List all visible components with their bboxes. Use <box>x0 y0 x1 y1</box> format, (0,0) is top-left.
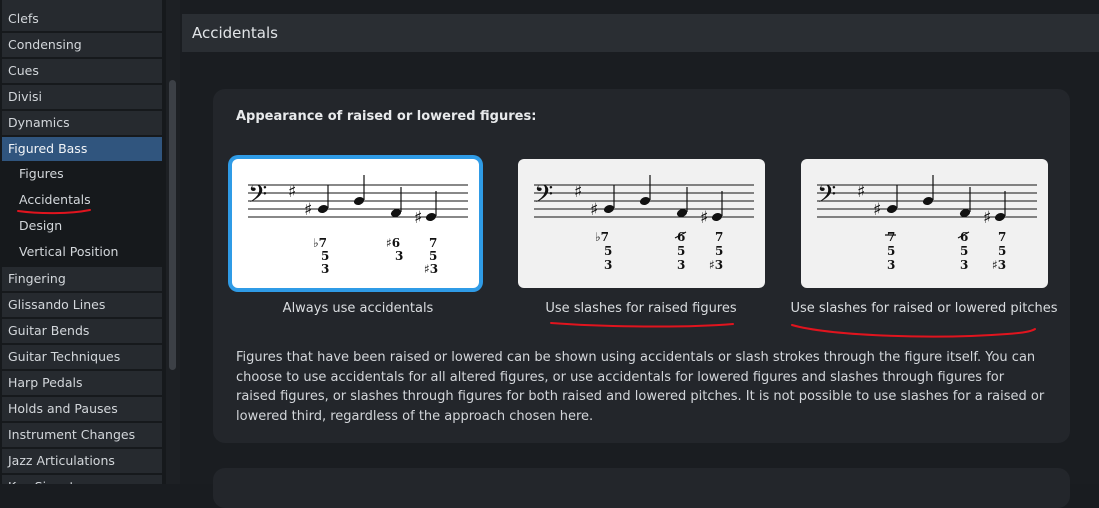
sidebar-item-holds-and-pauses[interactable]: Holds and Pauses <box>2 397 162 421</box>
svg-text:5: 5 <box>960 244 968 258</box>
sidebar-subitem-vertical-position[interactable]: Vertical Position <box>2 240 162 264</box>
notation-preview-2: 𝄢 ♯ ♯ ♯ ♭753 653 75♯3 <box>534 175 754 272</box>
svg-text:♯: ♯ <box>414 208 422 228</box>
sidebar-item-condensing[interactable]: Condensing <box>2 33 162 57</box>
svg-text:3: 3 <box>604 258 612 272</box>
sidebar-item-instrument-changes[interactable]: Instrument Changes <box>2 423 162 447</box>
svg-text:♭7: ♭7 <box>595 230 609 244</box>
svg-text:♯: ♯ <box>590 200 598 220</box>
option-card: Appearance of raised or lowered figures:… <box>213 89 1070 443</box>
svg-text:♯6: ♯6 <box>386 236 400 250</box>
sidebar-subitem-figures[interactable]: Figures <box>2 162 162 186</box>
sidebar-item-guitar-bends[interactable]: Guitar Bends <box>2 319 162 343</box>
option-heading: Appearance of raised or lowered figures: <box>236 109 537 124</box>
notation-preview-3: 𝄢 ♯ ♯ ♯ 753 653 75♯3 <box>817 175 1037 272</box>
choice-label-slashes-raised[interactable]: Use slashes for raised figures <box>491 301 791 316</box>
svg-text:3: 3 <box>677 258 685 272</box>
svg-text:5: 5 <box>429 249 437 263</box>
sidebar-item-jazz-articulations[interactable]: Jazz Articulations <box>2 449 162 473</box>
svg-text:6: 6 <box>960 230 968 244</box>
svg-text:♯: ♯ <box>574 182 582 202</box>
svg-text:3: 3 <box>887 258 895 272</box>
sidebar-scrollbar-thumb[interactable] <box>169 80 176 370</box>
svg-text:♯3: ♯3 <box>992 258 1006 272</box>
svg-text:7: 7 <box>715 230 723 244</box>
svg-text:♯3: ♯3 <box>424 262 438 276</box>
next-option-card <box>213 468 1070 508</box>
sharp-icon: ♯ <box>288 182 296 202</box>
svg-text:7: 7 <box>998 230 1006 244</box>
svg-text:6: 6 <box>677 230 685 244</box>
annotation-underline-raised <box>550 322 734 328</box>
svg-text:♯: ♯ <box>983 208 991 228</box>
annotation-underline-raised-lowered <box>791 324 1036 338</box>
choice-slashes-raised[interactable]: 𝄢 ♯ ♯ ♯ ♭7 5 3 653 7 5 ♯3 <box>518 159 765 288</box>
option-description: Figures that have been raised or lowered… <box>236 350 1045 424</box>
svg-text:3: 3 <box>395 249 403 263</box>
sidebar-item-figured-bass[interactable]: Figured Bass <box>2 137 162 161</box>
bass-clef-icon: 𝄢 <box>817 180 836 215</box>
bass-clef-icon: 𝄢 <box>248 180 267 215</box>
svg-text:5: 5 <box>604 244 612 258</box>
sidebar-item-dynamics[interactable]: Dynamics <box>2 111 162 135</box>
main-panel: Accidentals Appearance of raised or lowe… <box>180 0 1099 508</box>
svg-text:7: 7 <box>887 230 895 244</box>
svg-text:5: 5 <box>887 244 895 258</box>
sidebar-item-glissando-lines[interactable]: Glissando Lines <box>2 293 162 317</box>
choice-label-always-accidentals[interactable]: Always use accidentals <box>208 301 508 316</box>
svg-text:5: 5 <box>677 244 685 258</box>
annotation-underline-accidentals <box>17 209 91 215</box>
svg-text:3: 3 <box>960 258 968 272</box>
section-title: Accidentals <box>182 14 1099 52</box>
notation-preview-1: 𝄢 ♯ ♯ ♯ ♭753 ♯63 75♯3 <box>248 175 468 276</box>
bass-clef-icon: 𝄢 <box>534 180 553 215</box>
svg-text:♯: ♯ <box>873 200 881 220</box>
sidebar-item-harp-pedals[interactable]: Harp Pedals <box>2 371 162 395</box>
sidebar: Clefs Condensing Cues Divisi Dynamics Fi… <box>0 0 166 484</box>
sidebar-item-cues[interactable]: Cues <box>2 59 162 83</box>
sidebar-item-guitar-techniques[interactable]: Guitar Techniques <box>2 345 162 369</box>
svg-text:7: 7 <box>429 236 437 250</box>
svg-text:♯: ♯ <box>857 182 865 202</box>
svg-text:5: 5 <box>998 244 1006 258</box>
svg-text:5: 5 <box>715 244 723 258</box>
svg-text:♯: ♯ <box>304 200 312 220</box>
sidebar-item-key-signatures[interactable]: Key Signatures <box>2 475 162 484</box>
svg-text:♯3: ♯3 <box>709 258 723 272</box>
sidebar-item-fingering[interactable]: Fingering <box>2 267 162 291</box>
svg-text:5: 5 <box>321 249 329 263</box>
sidebar-item-divisi[interactable]: Divisi <box>2 85 162 109</box>
svg-text:3: 3 <box>321 262 329 276</box>
choice-always-accidentals[interactable]: 𝄢 ♯ ♯ ♯ ♭7 5 3 ♯6 3 7 5 ♯3 <box>232 159 479 288</box>
choice-slashes-raised-lowered[interactable]: 𝄢 ♯ ♯ ♯ 753 653 7 5 ♯3 <box>801 159 1048 288</box>
svg-text:♯: ♯ <box>700 208 708 228</box>
sidebar-subitem-design[interactable]: Design <box>2 214 162 238</box>
sidebar-item-clefs[interactable]: Clefs <box>2 7 162 31</box>
choice-label-slashes-raised-lowered[interactable]: Use slashes for raised or lowered pitche… <box>774 301 1074 316</box>
flat-icon: ♭7 <box>313 236 327 250</box>
